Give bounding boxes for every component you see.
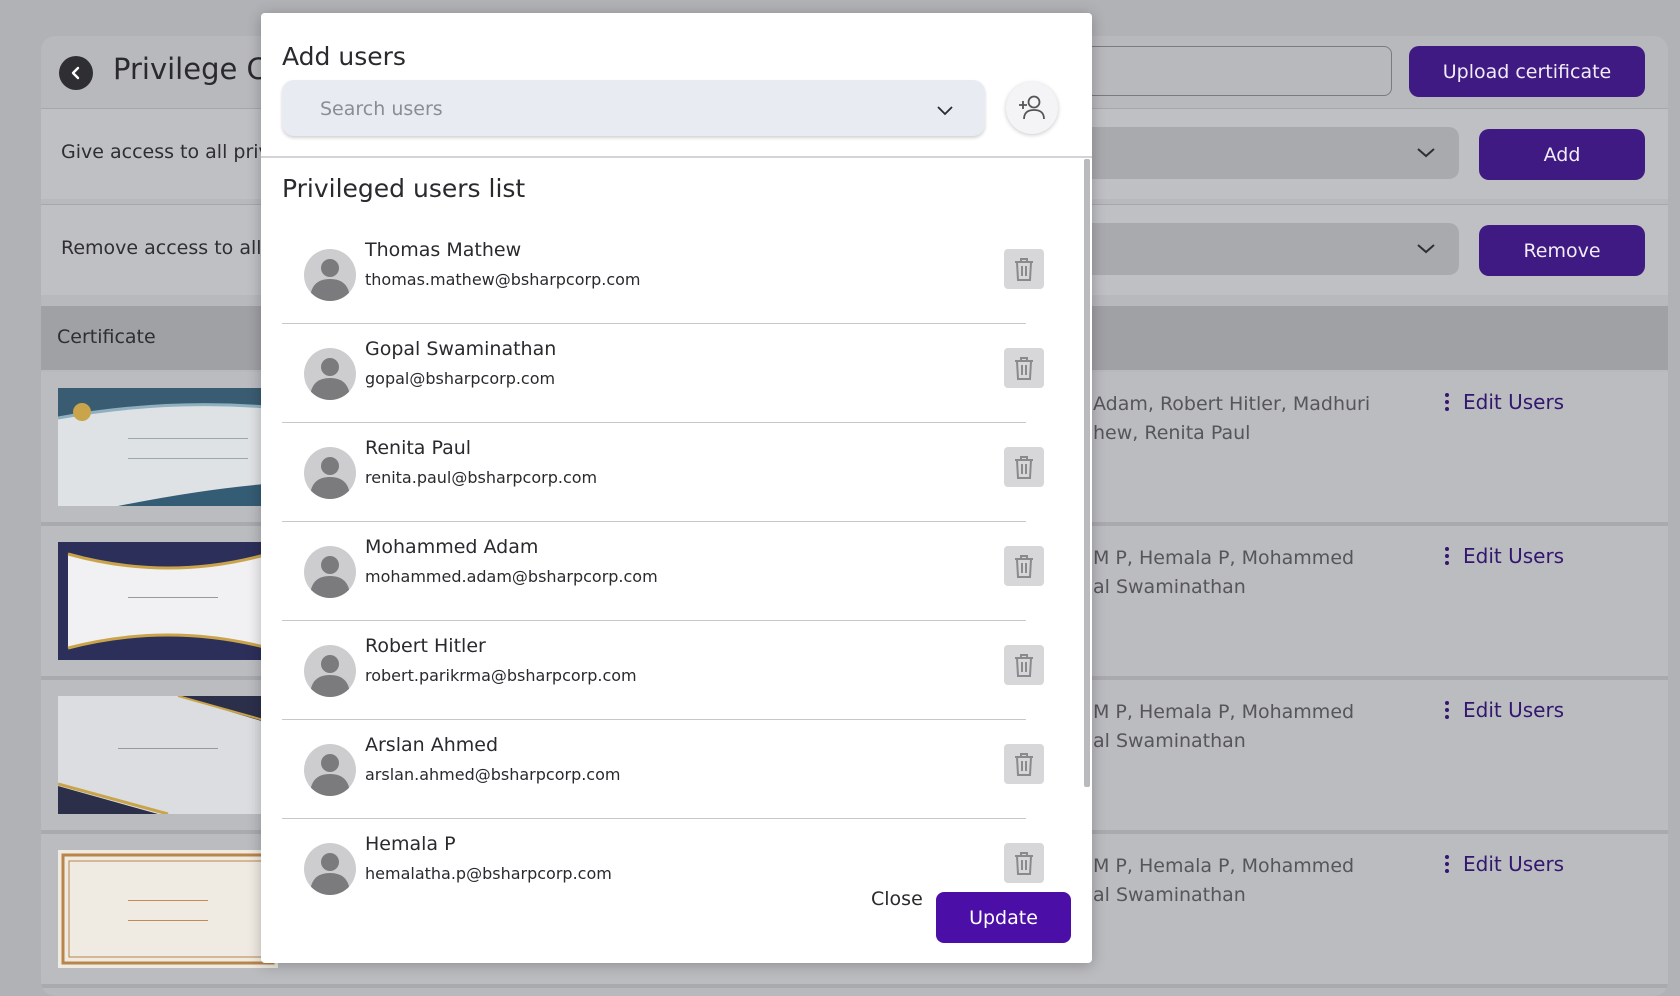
certificate-thumbnail[interactable] [58, 696, 278, 814]
user-list-item: Gopal Swaminathan gopal@bsharpcorp.com [282, 324, 1044, 423]
chevron-down-icon [1417, 244, 1435, 254]
certificate-users-text: M P, Hemala P, Mohammed al Swaminathan [1093, 701, 1355, 752]
user-email: arslan.ahmed@bsharpcorp.com [365, 765, 621, 784]
close-button[interactable]: Close [871, 888, 923, 910]
remove-access-select[interactable] [1041, 223, 1459, 275]
edit-users-label[interactable]: Edit Users [1463, 544, 1564, 568]
user-name: Renita Paul [365, 437, 472, 459]
avatar [304, 645, 356, 697]
user-name: Mohammed Adam [365, 536, 539, 558]
delete-user-button[interactable] [1004, 645, 1044, 685]
edit-users-label[interactable]: Edit Users [1463, 852, 1564, 876]
chevron-left-icon [71, 66, 80, 80]
list-scrollbar[interactable] [1084, 159, 1090, 787]
trash-icon [1015, 258, 1033, 281]
search-users-dropdown[interactable] [282, 80, 985, 136]
edit-users-link[interactable]: Edit Users [1445, 544, 1564, 568]
trash-icon [1015, 852, 1033, 875]
remove-access-label: Remove access to all [61, 237, 262, 259]
delete-user-button[interactable] [1004, 744, 1044, 784]
add-button[interactable]: Add [1479, 129, 1645, 180]
certificate-users-text: Adam, Robert Hitler, Madhuri hew, Renita … [1093, 393, 1371, 444]
user-avatar-icon [310, 853, 350, 895]
trash-icon [1015, 753, 1033, 776]
certificate-thumbnail[interactable] [58, 850, 278, 968]
edit-users-label[interactable]: Edit Users [1463, 698, 1564, 722]
add-user-button[interactable] [1006, 82, 1058, 134]
more-vertical-icon[interactable] [1445, 855, 1449, 873]
user-list-item: Robert Hitler robert.parikrma@bsharpcorp… [282, 621, 1044, 720]
add-person-icon [1019, 95, 1045, 120]
user-name: Gopal Swaminathan [365, 338, 557, 360]
user-list-item: Arslan Ahmed arslan.ahmed@bsharpcorp.com [282, 720, 1044, 819]
chevron-down-icon [1417, 148, 1435, 158]
chevron-down-icon[interactable] [935, 100, 955, 120]
search-users-input[interactable] [318, 94, 882, 124]
delete-user-button[interactable] [1004, 843, 1044, 883]
user-list-item: Thomas Mathew thomas.mathew@bsharpcorp.c… [282, 225, 1044, 324]
trash-icon [1015, 654, 1033, 677]
avatar [304, 447, 356, 499]
certificate-users-text: M P, Hemala P, Mohammed al Swaminathan [1093, 855, 1355, 906]
upload-certificate-button[interactable]: Upload certificate [1409, 46, 1645, 97]
certificate-thumbnail[interactable] [58, 542, 278, 660]
certificate-users-text: M P, Hemala P, Mohammed al Swaminathan [1093, 547, 1355, 598]
certificate-column-header: Certificate [57, 326, 156, 348]
edit-users-link[interactable]: Edit Users [1445, 852, 1564, 876]
remove-button[interactable]: Remove [1479, 225, 1645, 276]
give-access-label: Give access to all priv [61, 141, 270, 163]
avatar [304, 546, 356, 598]
back-button[interactable] [59, 56, 93, 90]
more-vertical-icon[interactable] [1445, 393, 1449, 411]
user-avatar-icon [310, 556, 350, 598]
privileged-users-list-title: Privileged users list [282, 174, 526, 203]
user-email: hemalatha.p@bsharpcorp.com [365, 864, 612, 883]
user-avatar-icon [310, 259, 350, 301]
edit-users-link[interactable]: Edit Users [1445, 698, 1564, 722]
user-avatar-icon [310, 457, 350, 499]
user-list-item: Renita Paul renita.paul@bsharpcorp.com [282, 423, 1044, 522]
more-vertical-icon[interactable] [1445, 701, 1449, 719]
more-vertical-icon[interactable] [1445, 547, 1449, 565]
user-avatar-icon [310, 358, 350, 400]
user-avatar-icon [310, 655, 350, 697]
user-email: renita.paul@bsharpcorp.com [365, 468, 598, 487]
modal-title: Add users [282, 42, 406, 71]
user-email: thomas.mathew@bsharpcorp.com [365, 270, 641, 289]
user-email: robert.parikrma@bsharpcorp.com [365, 666, 637, 685]
trash-icon [1015, 555, 1033, 578]
give-access-select[interactable] [1041, 127, 1459, 179]
modal-header: Add users [261, 13, 1092, 158]
user-avatar-icon [310, 754, 350, 796]
delete-user-button[interactable] [1004, 447, 1044, 487]
user-name: Thomas Mathew [365, 239, 522, 261]
avatar [304, 744, 356, 796]
page-title: Privilege C [113, 52, 267, 86]
update-button[interactable]: Update [936, 892, 1071, 943]
user-name: Robert Hitler [365, 635, 486, 657]
certificate-thumbnail[interactable] [58, 388, 278, 506]
delete-user-button[interactable] [1004, 249, 1044, 289]
user-name: Arslan Ahmed [365, 734, 499, 756]
add-users-modal: Add users Privileged users list Thomas M… [261, 13, 1092, 963]
edit-users-link[interactable]: Edit Users [1445, 390, 1564, 414]
user-list-item: Mohammed Adam mohammed.adam@bsharpcorp.c… [282, 522, 1044, 621]
edit-users-label[interactable]: Edit Users [1463, 390, 1564, 414]
delete-user-button[interactable] [1004, 546, 1044, 586]
trash-icon [1015, 357, 1033, 380]
avatar [304, 843, 356, 895]
certificate-search-input[interactable] [1045, 46, 1392, 96]
trash-icon [1015, 456, 1033, 479]
user-email: mohammed.adam@bsharpcorp.com [365, 567, 658, 586]
delete-user-button[interactable] [1004, 348, 1044, 388]
user-email: gopal@bsharpcorp.com [365, 369, 556, 388]
avatar [304, 249, 356, 301]
user-name: Hemala P [365, 833, 456, 855]
avatar [304, 348, 356, 400]
